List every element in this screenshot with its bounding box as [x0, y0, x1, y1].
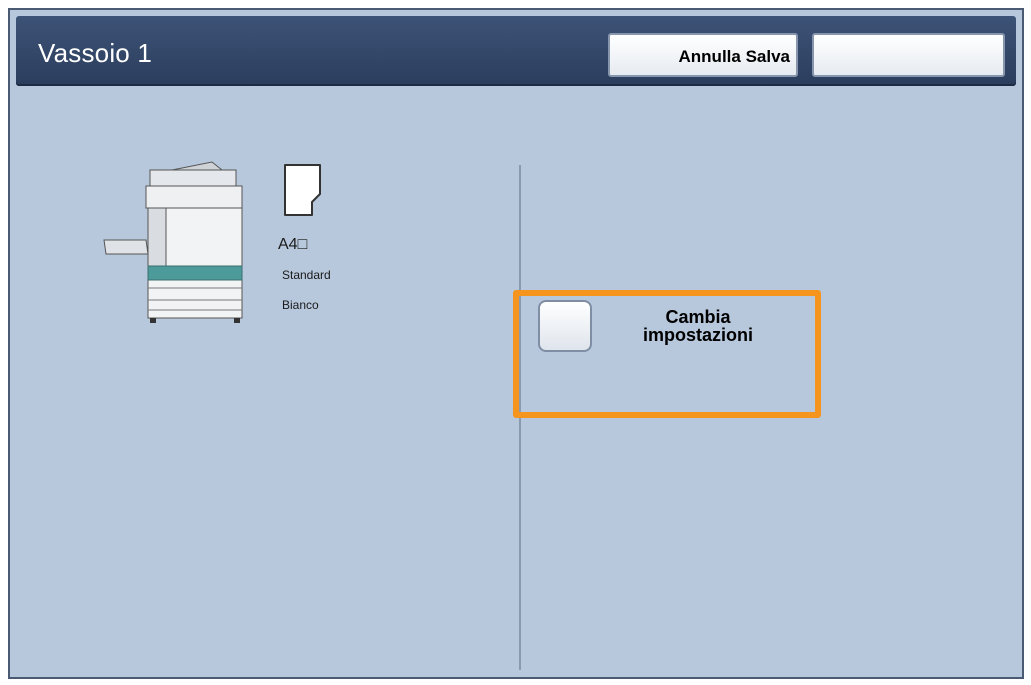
page-title: Vassoio 1 [38, 38, 153, 68]
blank-button[interactable] [812, 33, 1005, 77]
dialog-panel: Vassoio 1 Annulla Salva A4□ Standard Bia… [8, 8, 1024, 679]
paper-orientation-icon [284, 164, 321, 216]
change-settings-line2: impostazioni [642, 325, 753, 345]
cancel-save-button[interactable]: Annulla Salva [608, 33, 798, 77]
change-settings-label[interactable]: Cambia impostazioni [608, 308, 788, 344]
printer-icon [103, 161, 243, 323]
change-settings-line1: Cambia [665, 307, 731, 327]
cancel-save-label: Annulla Salva [678, 47, 790, 66]
change-settings-button[interactable] [538, 300, 592, 352]
title-bar: Vassoio 1 Annulla Salva [16, 16, 1016, 86]
paper-color-label: Bianco [282, 298, 319, 312]
paper-type-label: Standard [282, 268, 331, 282]
paper-size-label: A4□ [278, 236, 308, 253]
